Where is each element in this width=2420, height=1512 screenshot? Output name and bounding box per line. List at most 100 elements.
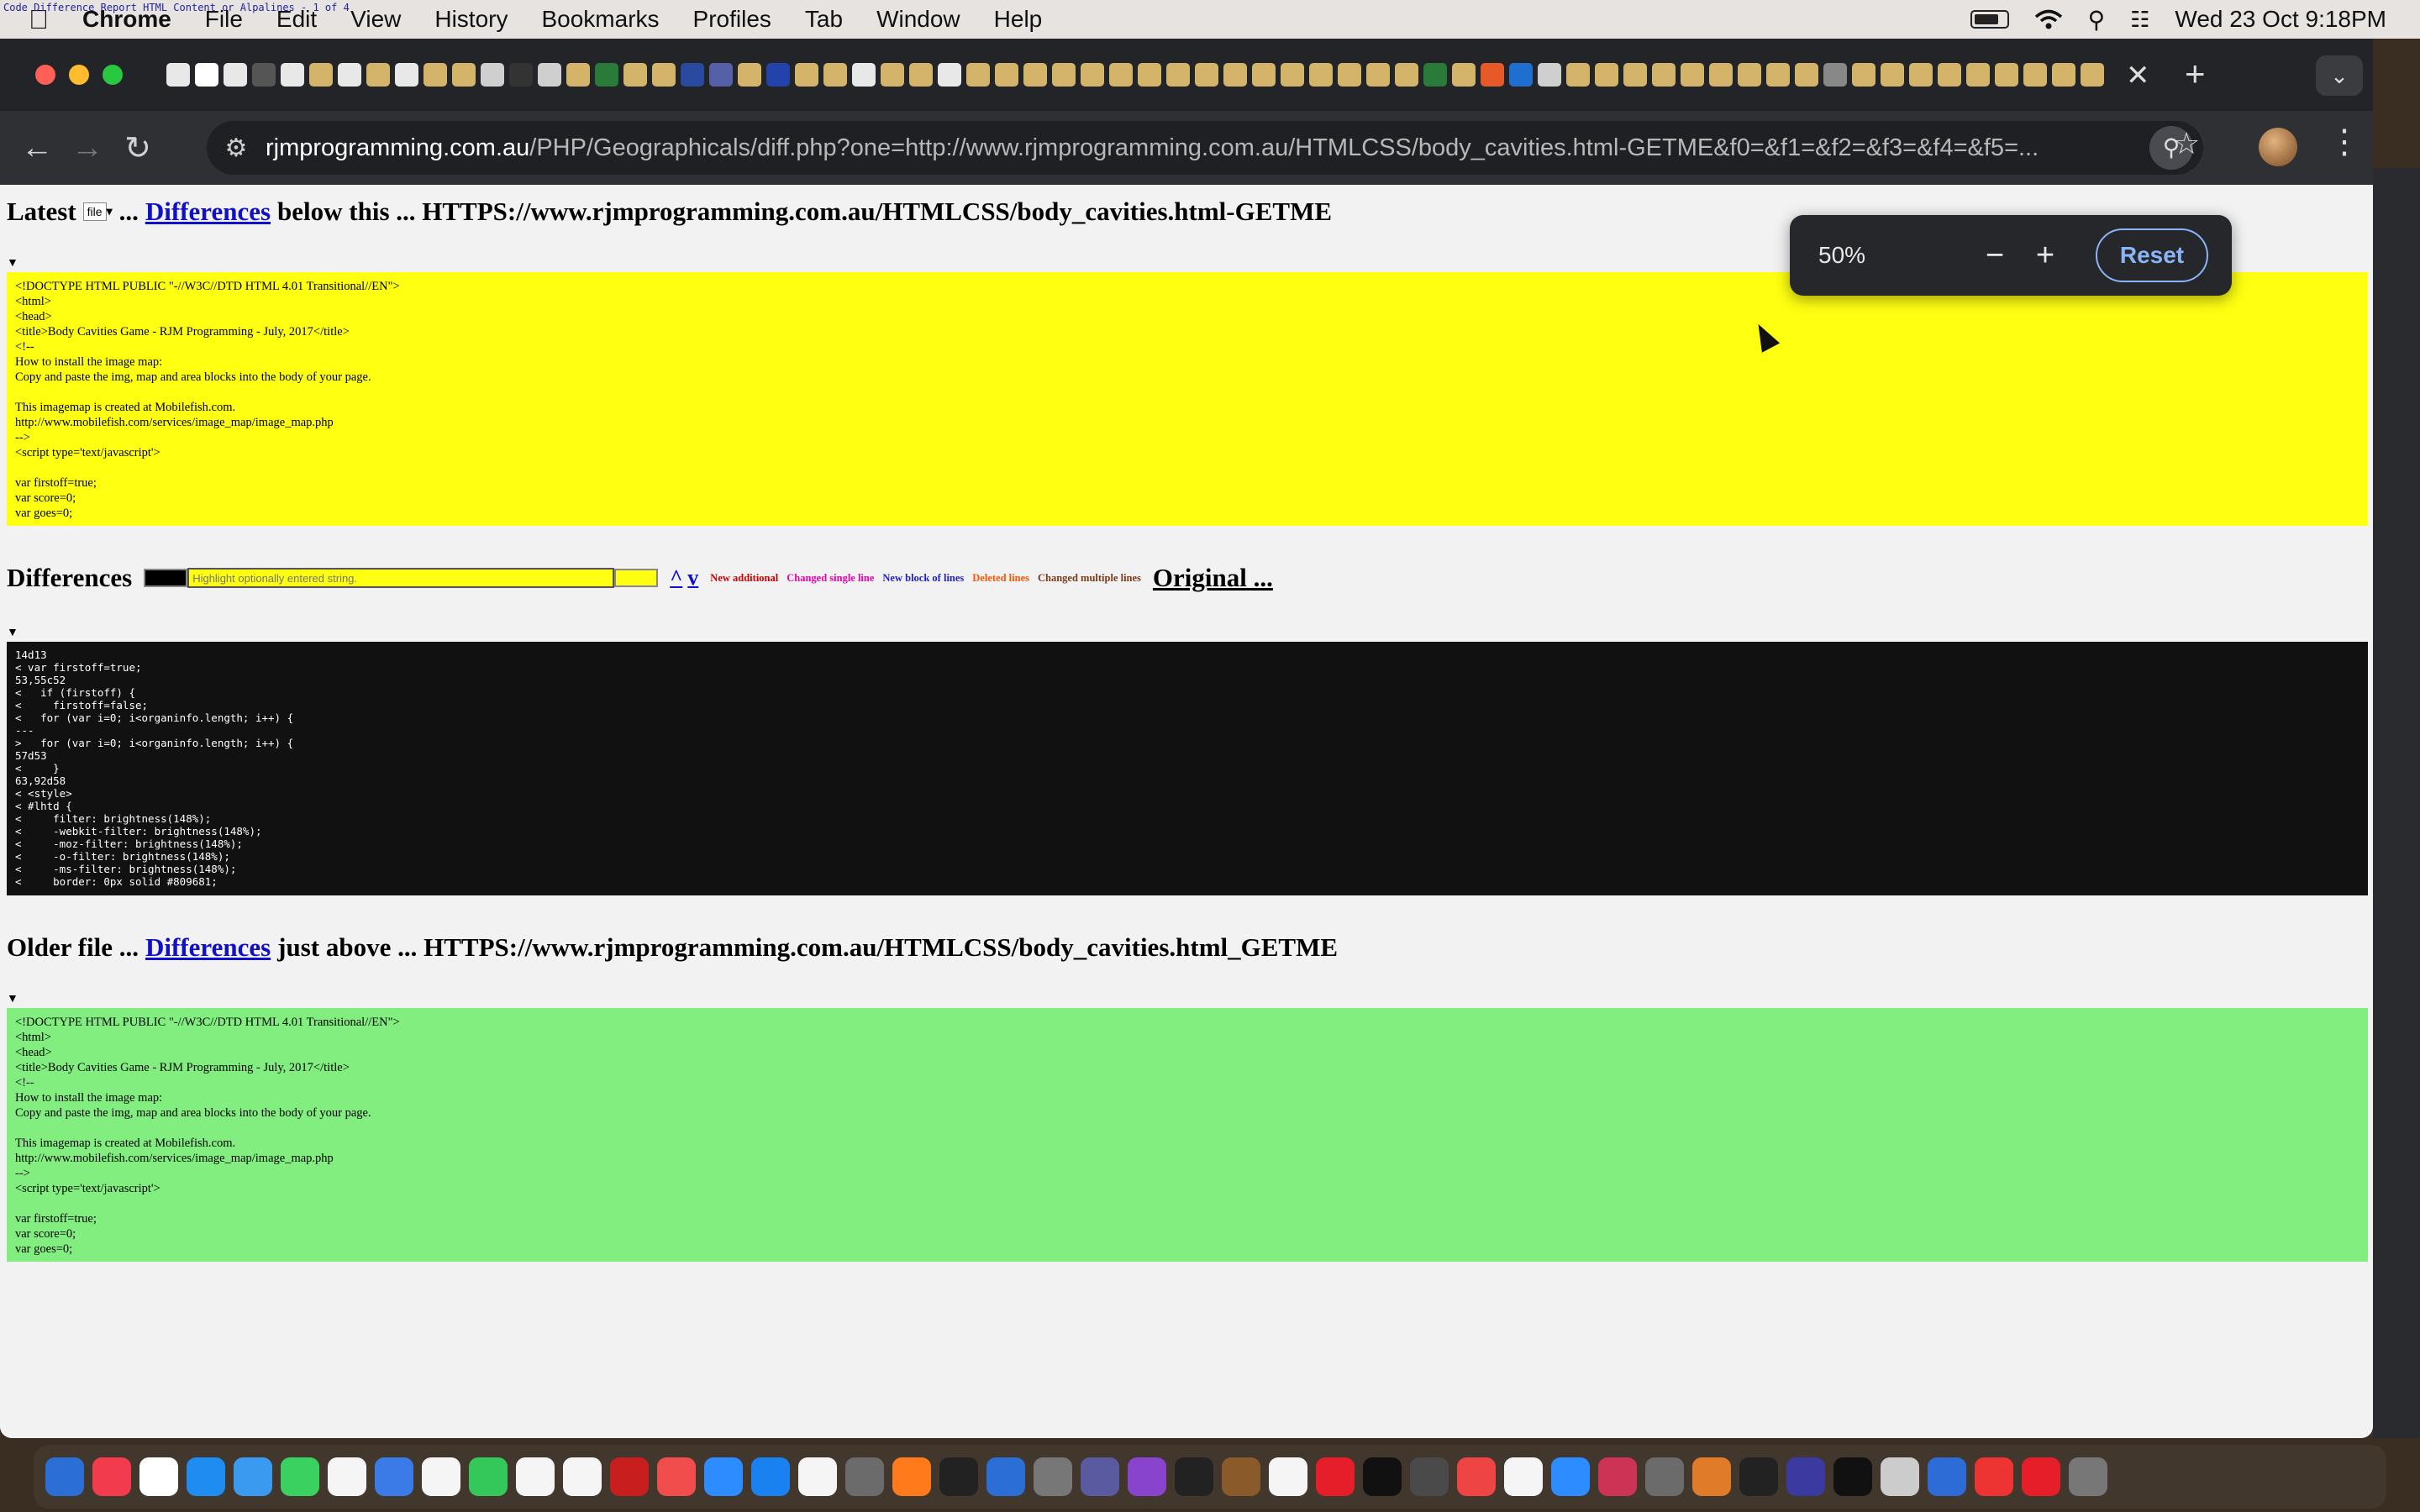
text-color-picker[interactable] xyxy=(144,569,188,587)
tab-favicon-icon[interactable] xyxy=(1223,63,1247,87)
select-chevron-down-icon[interactable]: ▾ xyxy=(107,205,113,219)
tab-favicon-icon[interactable] xyxy=(1281,63,1304,87)
latest-differences-link[interactable]: Differences xyxy=(145,197,271,227)
tab-favicon-icon[interactable] xyxy=(1595,63,1618,87)
new-tab-button[interactable]: + xyxy=(2185,54,2206,94)
tab-favicon-icon[interactable] xyxy=(1023,63,1047,87)
close-tab-icon[interactable]: ✕ xyxy=(2126,59,2150,92)
tab-favicon-icon[interactable] xyxy=(966,63,990,87)
tab-favicon-icon[interactable] xyxy=(1452,63,1476,87)
dock-app-icon[interactable] xyxy=(1081,1457,1119,1496)
dock-app-icon[interactable] xyxy=(1269,1457,1307,1496)
dock-app-icon[interactable] xyxy=(1551,1457,1590,1496)
zoom-in-button[interactable]: + xyxy=(2020,238,2070,274)
tab-favicon-icon[interactable] xyxy=(1652,63,1676,87)
tab-favicon-icon[interactable] xyxy=(1995,63,2018,87)
tab-favicon-icon[interactable] xyxy=(309,63,333,87)
menu-window[interactable]: Window xyxy=(860,6,977,33)
dock-app-icon[interactable] xyxy=(1410,1457,1449,1496)
dock-app-icon[interactable] xyxy=(1457,1457,1496,1496)
dock-app-icon[interactable] xyxy=(563,1457,602,1496)
address-bar[interactable]: ⚙ rjmprogramming.com.au/PHP/Geographical… xyxy=(207,121,2203,175)
dock-app-icon[interactable] xyxy=(92,1457,131,1496)
tab-favicon-icon[interactable] xyxy=(338,63,361,87)
dock-app-icon[interactable] xyxy=(1928,1457,1966,1496)
tab-favicon-icon[interactable] xyxy=(1423,63,1447,87)
dock-app-icon[interactable] xyxy=(516,1457,555,1496)
site-info-icon[interactable]: ⚙ xyxy=(207,134,266,163)
tab-favicon-icon[interactable] xyxy=(1966,63,1990,87)
dock-app-icon[interactable] xyxy=(234,1457,272,1496)
wifi-icon[interactable] xyxy=(2034,9,2063,29)
tab-favicon-icon[interactable] xyxy=(1623,63,1647,87)
dock-app-icon[interactable] xyxy=(1222,1457,1260,1496)
file-select[interactable]: file xyxy=(82,202,107,221)
menu-bookmarks[interactable]: Bookmarks xyxy=(524,6,676,33)
tab-favicon-icon[interactable] xyxy=(538,63,561,87)
tab-favicon-icon[interactable] xyxy=(1852,63,1876,87)
dock-app-icon[interactable] xyxy=(1504,1457,1543,1496)
dock-app-icon[interactable] xyxy=(657,1457,696,1496)
tab-favicon-icon[interactable] xyxy=(566,63,590,87)
tab-favicon-icon[interactable] xyxy=(1309,63,1333,87)
chrome-menu-icon[interactable]: ⋮ xyxy=(2328,123,2361,161)
older-toggle-triangle[interactable]: ▼ xyxy=(7,993,18,1006)
tab-favicon-icon[interactable] xyxy=(652,63,676,87)
tab-favicon-icon[interactable] xyxy=(2081,63,2104,87)
tab-favicon-icon[interactable] xyxy=(1338,63,1361,87)
tab-favicon-icon[interactable] xyxy=(224,63,247,87)
dock-app-icon[interactable] xyxy=(1128,1457,1166,1496)
tab-favicon-icon[interactable] xyxy=(1138,63,1161,87)
url-text[interactable]: rjmprogramming.com.au/PHP/Geographicals/… xyxy=(266,134,2039,162)
tab-favicon-icon[interactable] xyxy=(1681,63,1704,87)
dock-app-icon[interactable] xyxy=(1786,1457,1825,1496)
menu-profiles[interactable]: Profiles xyxy=(676,6,788,33)
tab-favicon-icon[interactable] xyxy=(766,63,790,87)
tab-favicon-icon[interactable] xyxy=(2052,63,2075,87)
tab-favicon-icon[interactable] xyxy=(1052,63,1076,87)
tab-favicon-icon[interactable] xyxy=(1195,63,1218,87)
tab-favicon-icon[interactable] xyxy=(1709,63,1733,87)
tab-favicon-icon[interactable] xyxy=(252,63,276,87)
dock-app-icon[interactable] xyxy=(1598,1457,1637,1496)
dock-app-icon[interactable] xyxy=(1034,1457,1072,1496)
dock-app-icon[interactable] xyxy=(1645,1457,1684,1496)
tab-favicon-icon[interactable] xyxy=(823,63,847,87)
next-diff-link[interactable]: v xyxy=(687,565,698,591)
dock-app-icon[interactable] xyxy=(139,1457,178,1496)
dock-app-icon[interactable] xyxy=(1175,1457,1213,1496)
original-link[interactable]: Original ... xyxy=(1153,563,1273,593)
differences-toggle-triangle[interactable]: ▼ xyxy=(7,627,18,640)
dock-app-icon[interactable] xyxy=(751,1457,790,1496)
dock-app-icon[interactable] xyxy=(422,1457,460,1496)
tab-favicon-icon[interactable] xyxy=(1109,63,1133,87)
close-window-button[interactable] xyxy=(35,65,55,85)
tab-favicon-icon[interactable] xyxy=(881,63,904,87)
dock-app-icon[interactable] xyxy=(1363,1457,1402,1496)
dock-app-icon[interactable] xyxy=(939,1457,978,1496)
highlight-color-picker[interactable] xyxy=(614,569,659,587)
control-center-icon[interactable]: ☷ xyxy=(2130,7,2149,33)
tab-favicon-icon[interactable] xyxy=(509,63,533,87)
menu-help[interactable]: Help xyxy=(977,6,1060,33)
tab-favicon-icon[interactable] xyxy=(1081,63,1104,87)
tab-search-button[interactable]: ⌄ xyxy=(2316,55,2363,96)
tab-favicon-icon[interactable] xyxy=(909,63,933,87)
minimize-window-button[interactable] xyxy=(69,65,89,85)
tab-favicon-icon[interactable] xyxy=(281,63,304,87)
tab-favicon-icon[interactable] xyxy=(1823,63,1847,87)
dock-app-icon[interactable] xyxy=(375,1457,413,1496)
zoom-reset-button[interactable]: Reset xyxy=(2096,228,2208,282)
tab-favicon-icon[interactable] xyxy=(938,63,961,87)
tab-favicon-icon[interactable] xyxy=(1395,63,1418,87)
dock-app-icon[interactable] xyxy=(2022,1457,2060,1496)
tab-favicon-icon[interactable] xyxy=(995,63,1018,87)
tab-favicon-icon[interactable] xyxy=(1938,63,1961,87)
highlight-input[interactable] xyxy=(187,568,615,588)
dock-app-icon[interactable] xyxy=(610,1457,649,1496)
dock-app-icon[interactable] xyxy=(2069,1457,2107,1496)
tab-favicon-icon[interactable] xyxy=(1909,63,1933,87)
tab-favicon-icon[interactable] xyxy=(195,63,218,87)
tab-favicon-icon[interactable] xyxy=(1252,63,1276,87)
older-differences-link[interactable]: Differences xyxy=(145,932,271,963)
